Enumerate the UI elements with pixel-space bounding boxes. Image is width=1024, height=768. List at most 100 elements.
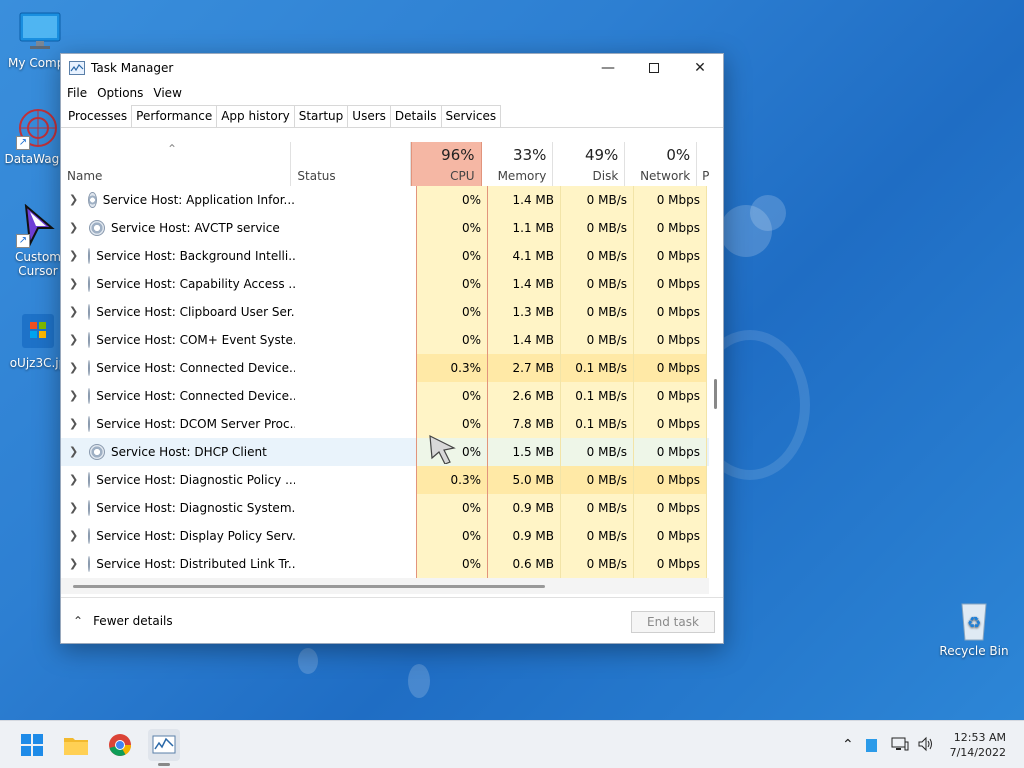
notification-app-icon[interactable]: [865, 738, 877, 752]
chevron-right-icon[interactable]: ❯: [69, 298, 78, 326]
desktop-icon-recycle-bin[interactable]: ♻ Recycle Bin: [936, 598, 1012, 658]
chevron-right-icon[interactable]: ❯: [69, 354, 78, 382]
horizontal-scroll-thumb[interactable]: [73, 585, 545, 588]
table-row[interactable]: ❯ Service Host: COM+ Event Syste... 0% 1.4 …: [61, 326, 709, 354]
table-row[interactable]: ❯ Service Host: Diagnostic System... 0% 0.9…: [61, 494, 709, 522]
gear-icon: [88, 528, 91, 544]
task-manager-icon: [152, 735, 176, 754]
gear-icon: [88, 192, 97, 208]
gear-icon: [88, 304, 91, 320]
process-status: [295, 354, 416, 382]
process-name-cell: ❯ Service Host: DHCP Client: [61, 438, 295, 466]
task-manager-window[interactable]: Task Manager — ✕ File Options View Proce…: [60, 53, 724, 644]
column-cpu[interactable]: 96% CPU: [410, 142, 482, 186]
column-memory[interactable]: 33% Memory: [482, 142, 554, 186]
title-bar[interactable]: Task Manager — ✕: [61, 54, 723, 82]
tab-services[interactable]: Services: [440, 105, 502, 127]
column-name[interactable]: ⌃ Name: [61, 142, 292, 186]
tab-app-history[interactable]: App history: [216, 105, 295, 127]
column-power[interactable]: Po: [697, 142, 709, 186]
chevron-right-icon[interactable]: ❯: [69, 438, 79, 466]
vertical-scrollbar[interactable]: [711, 186, 721, 578]
process-name: Service Host: Connected Device...: [96, 361, 295, 375]
clock[interactable]: 12:53 AM 7/14/2022: [950, 730, 1006, 760]
chrome-button[interactable]: [104, 729, 136, 761]
process-name-cell: ❯ Service Host: DCOM Server Proc...: [61, 410, 295, 438]
chevron-up-icon[interactable]: ⌃: [842, 737, 854, 753]
column-status-label: Status: [297, 169, 336, 183]
process-disk: 0.1 MB/s: [561, 354, 634, 382]
fewer-details-button[interactable]: ⌃ Fewer details: [73, 614, 173, 628]
taskbar: ⌃ 12:53 AM 7/14/2022: [0, 720, 1024, 768]
process-memory: 1.1 MB: [488, 214, 561, 242]
file-explorer-button[interactable]: [60, 729, 92, 761]
process-network: 0 Mbps: [634, 410, 707, 438]
maximize-button[interactable]: [631, 54, 677, 82]
process-status: [295, 550, 416, 578]
process-memory: 0.9 MB: [488, 522, 561, 550]
gear-icon: [89, 220, 105, 236]
process-name: Service Host: DHCP Client: [111, 445, 267, 459]
chevron-right-icon[interactable]: ❯: [69, 494, 78, 522]
process-name: Service Host: Application Infor...: [102, 193, 295, 207]
table-row[interactable]: ❯ Service Host: Distributed Link Tr... 0% 0…: [61, 550, 709, 578]
horizontal-scrollbar[interactable]: [61, 578, 709, 594]
close-button[interactable]: ✕: [677, 54, 723, 82]
tab-performance[interactable]: Performance: [131, 105, 218, 127]
process-name-cell: ❯ Service Host: Background Intelli...: [61, 242, 295, 270]
menu-options[interactable]: Options: [97, 86, 143, 100]
table-row[interactable]: ❯ Service Host: Clipboard User Ser... 0% 1.…: [61, 298, 709, 326]
tab-details[interactable]: Details: [389, 105, 442, 127]
table-row[interactable]: ❯ Service Host: Display Policy Serv... 0% 0…: [61, 522, 709, 550]
process-name: Service Host: Background Intelli...: [96, 249, 295, 263]
table-row[interactable]: ❯ Service Host: Application Infor... 0% 1.4…: [61, 186, 709, 214]
chevron-right-icon[interactable]: ❯: [69, 522, 78, 550]
tab-processes[interactable]: Processes: [63, 105, 133, 127]
menu-view[interactable]: View: [153, 86, 181, 100]
table-row[interactable]: ❯ Service Host: Connected Device... 0.3% 2.…: [61, 354, 709, 382]
end-task-button[interactable]: End task: [631, 611, 715, 633]
column-disk[interactable]: 49% Disk: [553, 142, 626, 186]
chevron-right-icon[interactable]: ❯: [69, 410, 78, 438]
process-name-cell: ❯ Service Host: Distributed Link Tr...: [61, 550, 295, 578]
table-row[interactable]: ❯ Service Host: DCOM Server Proc... 0% 7.8 …: [61, 410, 709, 438]
tab-users[interactable]: Users: [347, 105, 391, 127]
table-row[interactable]: ❯ Service Host: AVCTP service 0% 1.1 MB 0 MB…: [61, 214, 709, 242]
process-status: [295, 494, 416, 522]
table-row[interactable]: ❯ Service Host: DHCP Client 0% 1.5 MB 0 MB/s…: [61, 438, 709, 466]
chevron-right-icon[interactable]: ❯: [69, 214, 79, 242]
column-network[interactable]: 0% Network: [625, 142, 698, 186]
shortcut-arrow-icon: ↗: [16, 136, 30, 150]
tab-startup[interactable]: Startup: [293, 105, 349, 127]
column-status[interactable]: Status: [291, 142, 411, 186]
chevron-right-icon[interactable]: ❯: [69, 550, 78, 578]
menu-file[interactable]: File: [67, 86, 87, 100]
process-cpu: 0%: [416, 214, 488, 242]
vertical-scroll-thumb[interactable]: [714, 379, 717, 409]
chevron-right-icon[interactable]: ❯: [69, 270, 78, 298]
chevron-right-icon[interactable]: ❯: [69, 242, 78, 270]
network-total: 0%: [666, 146, 691, 164]
start-button[interactable]: [16, 729, 48, 761]
chevron-right-icon[interactable]: ❯: [69, 326, 78, 354]
gear-icon: [88, 416, 91, 432]
process-status: [295, 382, 416, 410]
start-icon: [21, 734, 43, 756]
process-name-cell: ❯ Service Host: Clipboard User Ser...: [61, 298, 295, 326]
minimize-button[interactable]: —: [585, 54, 631, 82]
window-title: Task Manager: [91, 61, 174, 75]
chevron-right-icon[interactable]: ❯: [69, 466, 78, 494]
process-memory: 2.6 MB: [488, 382, 561, 410]
table-row[interactable]: ❯ Service Host: Diagnostic Policy ... 0.3%…: [61, 466, 709, 494]
process-list[interactable]: ❯ Service Host: Application Infor... 0% 1.4…: [61, 186, 709, 578]
table-row[interactable]: ❯ Service Host: Capability Access ... 0% 1.…: [61, 270, 709, 298]
table-row[interactable]: ❯ Service Host: Connected Device... 0% 2.6 …: [61, 382, 709, 410]
network-icon[interactable]: [891, 736, 909, 755]
recycle-bin-icon: ♻: [952, 598, 996, 642]
chevron-right-icon[interactable]: ❯: [69, 186, 78, 214]
volume-icon[interactable]: [917, 736, 935, 755]
table-row[interactable]: ❯ Service Host: Background Intelli... 0% 4.…: [61, 242, 709, 270]
chevron-right-icon[interactable]: ❯: [69, 382, 78, 410]
task-manager-taskbar-button[interactable]: [148, 729, 180, 766]
process-cpu: 0%: [416, 186, 488, 214]
